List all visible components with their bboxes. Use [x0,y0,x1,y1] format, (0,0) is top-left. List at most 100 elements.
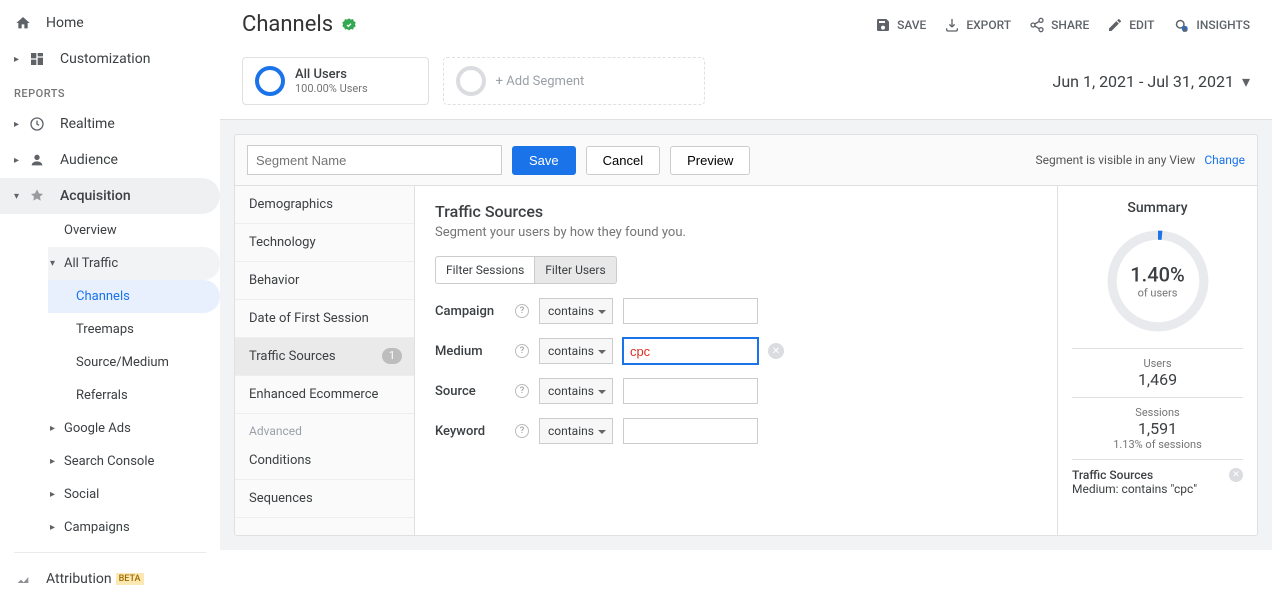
hint-icon[interactable]: ? [515,304,529,318]
editor-cancel-button[interactable]: Cancel [586,146,660,175]
nav-overview[interactable]: Overview [48,214,220,247]
chevron-down-icon: ▾ [1242,72,1250,91]
cat-sequences[interactable]: Sequences [235,480,414,518]
form-title: Traffic Sources [435,202,1037,221]
nav-home-label: Home [46,15,84,31]
segment-name-input[interactable] [247,145,502,175]
nav-audience[interactable]: ▸ Audience [0,142,220,178]
row-medium: Medium ? contains ✕ [435,338,1037,364]
nav-realtime[interactable]: ▸ Realtime [0,106,220,142]
nav-channels[interactable]: Channels [48,280,220,313]
row-campaign: Campaign ? contains [435,298,1037,324]
share-icon [1029,17,1045,33]
clock-icon [28,115,46,133]
tab-filter-sessions[interactable]: Filter Sessions [435,256,534,284]
save-button[interactable]: SAVE [875,16,926,34]
cat-date-first-session[interactable]: Date of First Session [235,300,414,338]
sidebar: Home ▸ Customization REPORTS ▸ Realtime … [0,0,220,550]
chevron-right-icon: ▸ [50,423,60,434]
cat-enhanced-ecommerce[interactable]: Enhanced Ecommerce [235,376,414,414]
pencil-icon [1107,17,1123,33]
input-medium[interactable] [623,338,758,364]
editor-toolbar: Save Cancel Preview Segment is visible i… [235,135,1257,185]
share-button[interactable]: SHARE [1029,16,1089,34]
attribution-icon [14,570,32,588]
nav-google-ads[interactable]: ▸Google Ads [48,412,220,445]
visibility-change-link[interactable]: Change [1204,153,1245,167]
operator-campaign[interactable]: contains [539,298,613,324]
svg-text:2: 2 [1184,27,1187,33]
chevron-right-icon: ▸ [14,155,24,166]
remove-filter-icon[interactable]: ✕ [1229,468,1243,482]
summary-pct-sub: of users [1130,287,1184,300]
chevron-right-icon: ▸ [50,489,60,500]
beta-badge: BETA [116,573,144,585]
nav-campaigns[interactable]: ▸Campaigns [48,511,220,544]
chevron-right-icon: ▸ [14,119,24,130]
chevron-right-icon: ▸ [14,54,24,65]
nav-home[interactable]: Home [0,5,220,41]
input-campaign[interactable] [623,298,758,324]
nav-all-traffic[interactable]: ▾All Traffic [48,247,220,280]
operator-source[interactable]: contains [539,378,613,404]
cat-conditions[interactable]: Conditions [235,442,414,480]
verified-icon [341,17,357,33]
segment-circle-icon [255,66,285,96]
row-source: Source ? contains [435,378,1037,404]
tab-filter-users[interactable]: Filter Users [534,256,616,284]
nav-customization[interactable]: ▸ Customization [0,41,220,77]
page-title: Channels [242,12,357,37]
hint-icon[interactable]: ? [515,384,529,398]
summary-panel: Summary 1.40% of users Users 1,46 [1057,186,1257,535]
add-segment[interactable]: + Add Segment [443,57,706,105]
nav-treemaps[interactable]: Treemaps [48,313,220,346]
nav-realtime-label: Realtime [60,116,115,132]
dashboard-icon [28,50,46,68]
applied-filter: Traffic Sources Medium: contains "cpc" ✕ [1072,459,1243,496]
nav-search-console[interactable]: ▸Search Console [48,445,220,478]
nav-attribution-label: Attribution [46,571,112,587]
cat-behavior[interactable]: Behavior [235,262,414,300]
save-icon [875,17,891,33]
nav-attribution[interactable]: Attribution BETA [0,561,220,597]
nav-audience-label: Audience [60,152,118,168]
nav-social[interactable]: ▸Social [48,478,220,511]
cat-demographics[interactable]: Demographics [235,186,414,224]
hint-icon[interactable]: ? [515,424,529,438]
person-icon [28,151,46,169]
segment-sub: 100.00% Users [295,82,368,95]
nav-acquisition-label: Acquisition [60,188,131,204]
category-list: Demographics Technology Behavior Date of… [235,186,415,535]
insights-icon: 2 [1172,16,1190,34]
home-icon [14,14,32,32]
cat-traffic-sources[interactable]: Traffic Sources 1 [235,338,414,376]
nav-acquisition[interactable]: ▾ Acquisition [0,178,220,214]
summary-donut: 1.40% of users [1103,226,1213,336]
stat-sessions: Sessions 1,591 1.13% of sessions [1072,397,1243,459]
editor-preview-button[interactable]: Preview [670,146,750,175]
acquisition-icon [28,187,46,205]
date-range-picker[interactable]: Jun 1, 2021 - Jul 31, 2021 ▾ [1053,72,1251,91]
input-keyword[interactable] [623,418,758,444]
nav-referrals[interactable]: Referrals [48,379,220,412]
remove-medium-icon[interactable]: ✕ [768,343,784,359]
edit-button[interactable]: EDIT [1107,16,1154,34]
stat-users: Users 1,469 [1072,348,1243,397]
segment-all-users[interactable]: All Users 100.00% Users [242,57,429,105]
operator-keyword[interactable]: contains [539,418,613,444]
cat-technology[interactable]: Technology [235,224,414,262]
form-desc: Segment your users by how they found you… [435,225,1037,240]
editor-save-button[interactable]: Save [512,146,576,175]
export-button[interactable]: EXPORT [944,16,1011,34]
chevron-down-icon: ▾ [50,258,60,269]
nav-source-medium[interactable]: Source/Medium [48,346,220,379]
hint-icon[interactable]: ? [515,344,529,358]
segment-bar: All Users 100.00% Users + Add Segment Ju… [220,47,1272,120]
chevron-right-icon: ▸ [50,522,60,533]
reports-section-label: REPORTS [0,77,220,106]
label-keyword: Keyword [435,424,505,439]
operator-medium[interactable]: contains [539,338,613,364]
summary-pct: 1.40% [1130,263,1184,287]
input-source[interactable] [623,378,758,404]
insights-button[interactable]: 2INSIGHTS [1172,16,1250,34]
